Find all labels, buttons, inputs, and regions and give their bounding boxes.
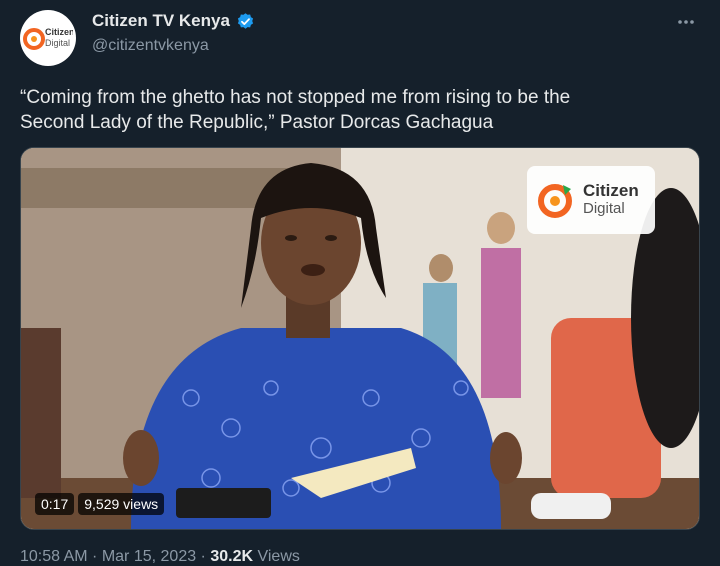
author-name-row: Citizen TV Kenya bbox=[92, 11, 255, 31]
tweet-meta: 10:58 AM · Mar 15, 2023 · 30.2K Views bbox=[20, 548, 300, 566]
citizen-logo-icon bbox=[538, 184, 572, 218]
verified-badge-icon bbox=[236, 12, 255, 31]
view-label: Views bbox=[253, 548, 300, 565]
tweet-text: “Coming from the ghetto has not stopped … bbox=[20, 87, 571, 133]
avatar[interactable]: Citizen Digital bbox=[20, 10, 76, 66]
author-display-name[interactable]: Citizen TV Kenya bbox=[92, 11, 230, 31]
citizen-digital-watermark: Citizen Digital bbox=[527, 166, 655, 234]
author-handle[interactable]: @citizentvkenya bbox=[92, 37, 209, 55]
watermark-line-1: Citizen bbox=[583, 181, 639, 200]
meta-separator-1: · bbox=[87, 548, 102, 565]
tweet-time[interactable]: 10:58 AM bbox=[20, 548, 88, 565]
more-options-icon[interactable] bbox=[674, 12, 698, 32]
tweet-date[interactable]: Mar 15, 2023 bbox=[102, 548, 196, 565]
video-duration: 0:17 bbox=[35, 493, 75, 515]
video-player[interactable]: Citizen Digital 0:17 9,529 views bbox=[20, 147, 700, 530]
watermark-line-2: Digital bbox=[583, 200, 625, 217]
video-badges: 0:17 9,529 views bbox=[35, 493, 165, 515]
view-count: 30.2K bbox=[210, 548, 254, 565]
meta-separator-2: · bbox=[196, 548, 211, 565]
citizen-digital-logo-icon: Citizen Digital bbox=[23, 27, 73, 50]
avatar-text-2: Digital bbox=[45, 38, 70, 48]
video-views: 9,529 views bbox=[78, 493, 165, 515]
avatar-text-1: Citizen bbox=[45, 27, 73, 37]
